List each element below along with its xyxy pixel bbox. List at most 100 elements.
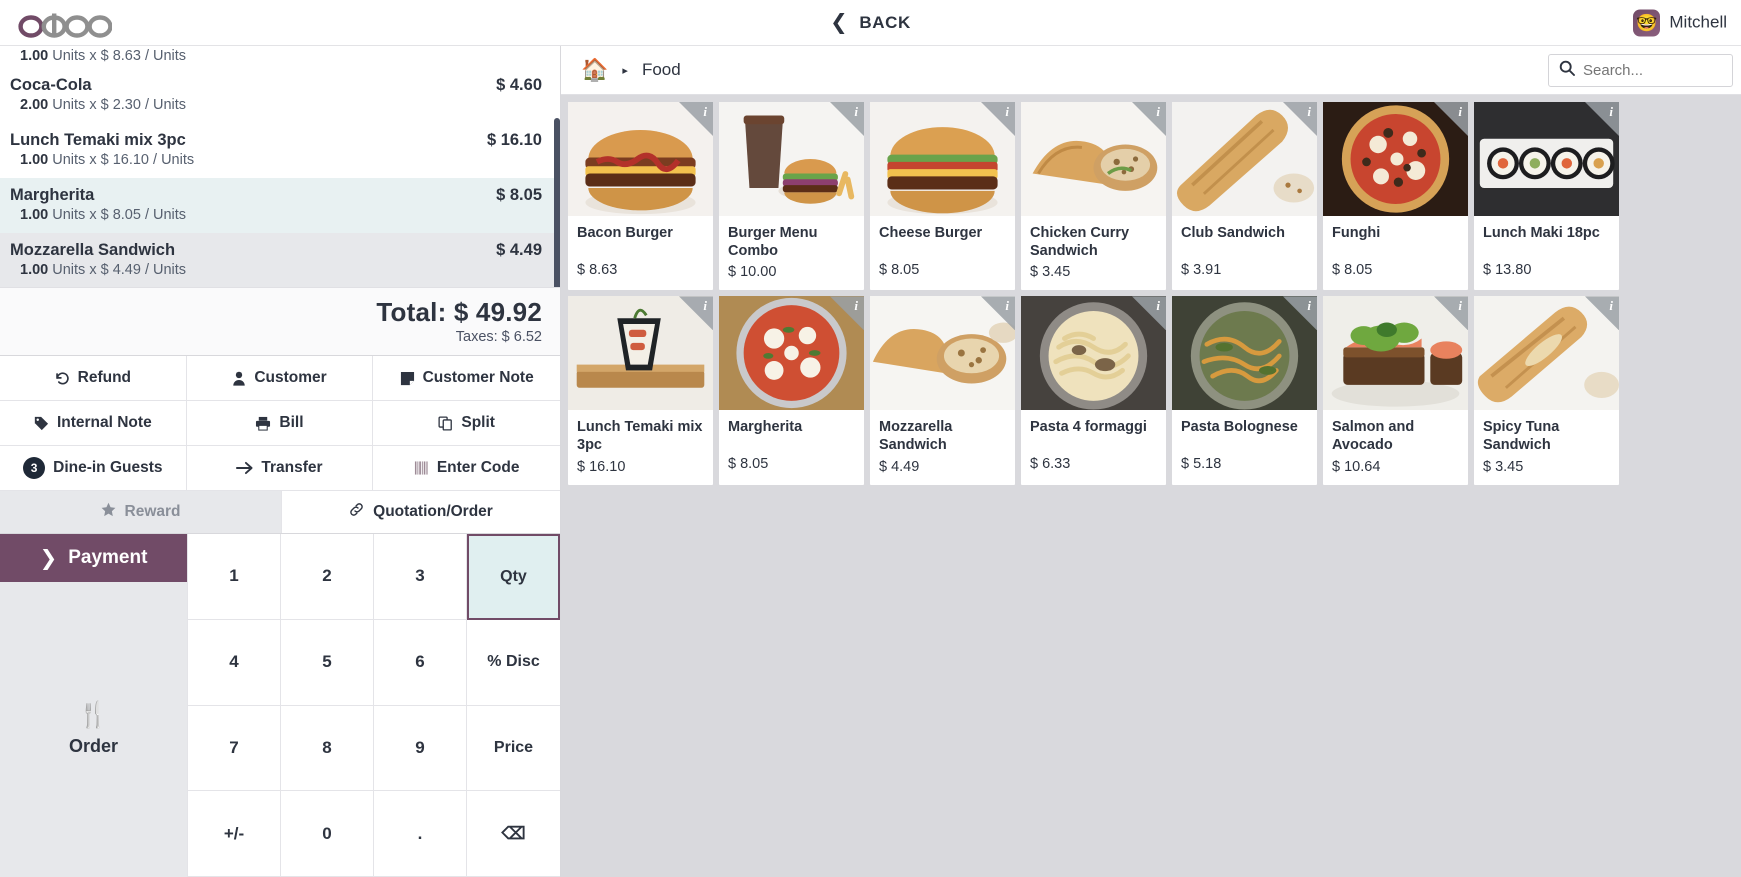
product-name: Bacon Burger [577,225,673,241]
numpad-key-0[interactable]: 0 [281,791,374,877]
payment-button[interactable]: ❯ Payment [0,534,187,582]
split-button[interactable]: Split [373,401,560,446]
product-price: $ 3.45 [1483,458,1524,475]
order-panel: 1.00 Units x $ 8.63 / Units Coca-Cola $ … [0,46,561,877]
numpad-key-6[interactable]: 6 [374,619,467,706]
product-image: i [870,296,1015,411]
order-button[interactable]: 🍴 Order [0,582,187,877]
order-line-selected[interactable]: Margherita $ 8.05 1.00 Units x $ 8.05 / … [0,178,560,233]
info-icon[interactable]: i [1132,296,1166,330]
numpad-key-2[interactable]: 2 [281,534,374,620]
internal-note-label: Internal Note [56,414,152,431]
info-icon[interactable]: i [830,102,864,136]
info-icon[interactable]: i [1132,102,1166,136]
product-card[interactable]: i Cheese Burger $ 8.05 [870,102,1015,291]
product-card[interactable]: i Spicy Tuna Sandwich $ 3.45 [1474,296,1619,485]
reward-button[interactable]: Reward [0,491,281,533]
info-icon[interactable]: i [830,296,864,330]
numpad-key-discount[interactable]: % Disc [467,619,560,706]
bill-label: Bill [279,414,304,431]
numpad-key-5[interactable]: 5 [281,619,374,706]
product-card[interactable]: i Chicken Curry Sandwich $ 3.45 [1021,102,1166,291]
info-icon[interactable]: i [1585,102,1619,136]
info-icon[interactable]: i [1434,296,1468,330]
transfer-button[interactable]: Transfer [186,446,374,491]
product-card[interactable]: i Pasta Bolognese $ 5.18 [1172,296,1317,485]
avatar-glyph: 🤓 [1636,13,1658,32]
product-image: i [719,296,864,411]
order-lines-list[interactable]: 1.00 Units x $ 8.63 / Units Coca-Cola $ … [0,46,560,287]
numpad-key-decimal[interactable]: . [374,791,467,877]
order-line-unit: Units x $ 8.05 / Units [52,207,187,223]
info-icon[interactable]: i [1283,102,1317,136]
numpad-key-8[interactable]: 8 [281,705,374,792]
split-label: Split [461,414,495,431]
order-line-unit: Units x $ 2.30 / Units [52,97,187,113]
product-card[interactable]: i Funghi $ 8.05 [1323,102,1468,291]
product-card[interactable]: i Burger Menu Combo $ 10.00 [719,102,864,291]
info-icon[interactable]: i [679,296,713,330]
product-card[interactable]: i Mozzarella Sandwich $ 4.49 [870,296,1015,485]
product-name: Pasta 4 formaggi [1030,419,1147,436]
numpad-key-3[interactable]: 3 [374,534,467,620]
order-line-name: Lunch Temaki mix 3pc [10,131,186,149]
product-grid[interactable]: i Bacon Burger $ 8.63 i Burger Menu Comb… [561,95,1741,877]
order-line-detail: 1.00 Units x $ 16.10 / Units [10,152,542,168]
product-card[interactable]: i Lunch Maki 18pc $ 13.80 [1474,102,1619,291]
product-price: $ 4.49 [879,458,920,475]
numpad-key-price[interactable]: Price [467,705,560,792]
order-line-price: $ 16.10 [486,131,542,149]
numpad-key-backspace[interactable]: ⌫ [467,791,560,877]
product-card[interactable]: i Pasta 4 formaggi $ 6.33 [1021,296,1166,485]
product-name: Mozzarella Sandwich [879,419,953,454]
info-icon[interactable]: i [679,102,713,136]
numpad-key-plusminus[interactable]: +/- [188,791,281,877]
odoo-logo[interactable] [18,8,112,38]
search-box[interactable] [1548,53,1733,87]
order-line[interactable]: Mozzarella Sandwich $ 4.49 1.00 Units x … [0,233,560,287]
product-name: Chicken Curry Sandwich [1030,225,1130,259]
numpad-key-7[interactable]: 7 [188,705,281,792]
customer-label: Customer [254,369,327,386]
order-scrollbar-thumb[interactable] [554,118,560,287]
internal-note-button[interactable]: Internal Note [0,401,187,446]
home-icon[interactable]: 🏠 [581,59,608,81]
user-menu[interactable]: 🤓 Mitchell [1625,5,1735,40]
product-card[interactable]: i Margherita $ 8.05 [719,296,864,485]
order-line[interactable]: Coca-Cola $ 4.60 2.00 Units x $ 2.30 / U… [0,68,560,123]
info-icon[interactable]: i [1434,102,1468,136]
refund-icon [55,371,70,386]
numpad-key-qty[interactable]: Qty [467,534,560,620]
refund-button[interactable]: Refund [0,356,187,401]
numpad-key-1[interactable]: 1 [188,534,281,620]
product-card[interactable]: i Club Sandwich $ 3.91 [1172,102,1317,291]
bill-button[interactable]: Bill [186,401,374,446]
main-body: 1.00 Units x $ 8.63 / Units Coca-Cola $ … [0,46,1741,877]
product-price: $ 16.10 [577,458,626,475]
info-icon[interactable]: i [981,102,1015,136]
info-icon[interactable]: i [1585,296,1619,330]
order-button-label: Order [68,735,119,756]
info-icon[interactable]: i [1283,296,1317,330]
breadcrumb[interactable]: 🏠 ▸ Food [581,59,681,81]
order-line-qty: 1.00 [20,48,49,64]
search-input[interactable] [1583,61,1722,79]
quotation-order-button[interactable]: Quotation/Order [281,491,560,533]
product-name: Pasta Bolognese [1181,419,1298,436]
numpad-key-9[interactable]: 9 [374,705,467,792]
order-scrollbar[interactable] [554,46,560,287]
product-card[interactable]: i Salmon and Avocado $ 10.64 [1323,296,1468,485]
order-line-price: $ 4.49 [496,241,542,259]
customer-note-button[interactable]: Customer Note [373,356,560,401]
enter-code-button[interactable]: Enter Code [373,446,560,491]
numpad-key-4[interactable]: 4 [188,619,281,706]
product-card[interactable]: i Bacon Burger $ 8.63 [568,102,713,291]
product-card[interactable]: i Lunch Temaki mix 3pc $ 16.10 [568,296,713,485]
order-line[interactable]: Lunch Temaki mix 3pc $ 16.10 1.00 Units … [0,123,560,178]
back-button[interactable]: ❮ BACK [818,6,923,39]
order-line-detail: 1.00 Units x $ 8.63 / Units [10,48,542,64]
order-line[interactable]: 1.00 Units x $ 8.63 / Units [0,46,560,68]
dine-in-guests-button[interactable]: 3 Dine-in Guests [0,446,187,491]
info-icon[interactable]: i [981,296,1015,330]
customer-button[interactable]: Customer [186,356,374,401]
